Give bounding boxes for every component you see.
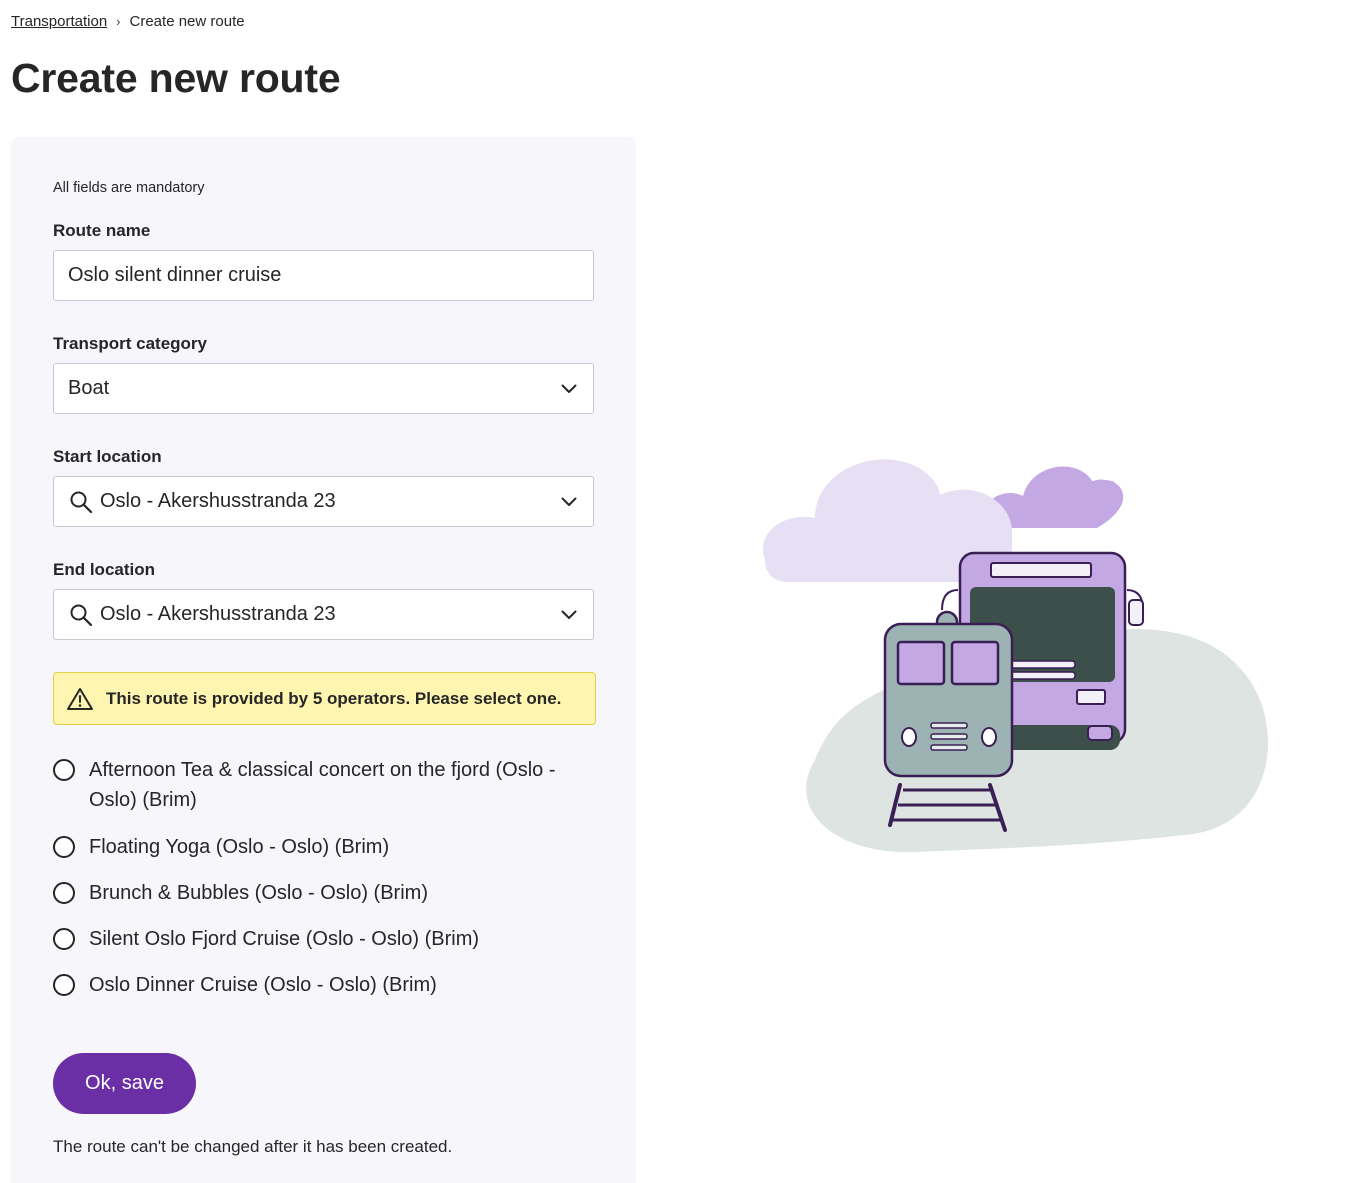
transport-illustration bbox=[755, 450, 1275, 870]
route-name-value: Oslo silent dinner cruise bbox=[68, 264, 282, 286]
operator-option-label: Oslo Dinner Cruise (Oslo - Oslo) (Brim) bbox=[89, 974, 437, 996]
operator-option-label: Afternoon Tea & classical concert on the… bbox=[89, 759, 556, 811]
chevron-down-icon bbox=[559, 492, 579, 512]
end-location-label: End location bbox=[53, 560, 155, 579]
page-title: Create new route bbox=[11, 55, 341, 101]
warning-triangle-icon bbox=[66, 686, 94, 712]
search-icon bbox=[68, 489, 94, 515]
start-location-label: Start location bbox=[53, 447, 162, 466]
operator-option[interactable]: Oslo Dinner Cruise (Oslo - Oslo) (Brim) bbox=[53, 970, 589, 1000]
radio-button[interactable] bbox=[53, 836, 75, 858]
alert-text: This route is provided by 5 operators. P… bbox=[106, 688, 562, 708]
operator-option[interactable]: Silent Oslo Fjord Cruise (Oslo - Oslo) (… bbox=[53, 924, 589, 954]
search-icon bbox=[68, 602, 94, 628]
route-name-label: Route name bbox=[53, 221, 151, 240]
operator-option[interactable]: Floating Yoga (Oslo - Oslo) (Brim) bbox=[53, 832, 589, 862]
breadcrumb-current: Create new route bbox=[129, 13, 245, 30]
mandatory-note: All fields are mandatory bbox=[53, 180, 205, 196]
radio-button[interactable] bbox=[53, 759, 75, 781]
end-location-combobox[interactable]: Oslo - Akershusstranda 23 bbox=[53, 589, 594, 640]
radio-button[interactable] bbox=[53, 974, 75, 996]
radio-button[interactable] bbox=[53, 928, 75, 950]
start-location-value: Oslo - Akershusstranda 23 bbox=[100, 490, 336, 512]
chevron-down-icon bbox=[559, 605, 579, 625]
chevron-down-icon bbox=[559, 379, 579, 399]
radio-button[interactable] bbox=[53, 882, 75, 904]
operator-option-label: Silent Oslo Fjord Cruise (Oslo - Oslo) (… bbox=[89, 928, 480, 950]
end-location-value: Oslo - Akershusstranda 23 bbox=[100, 603, 336, 625]
breadcrumb: Transportation › Create new route bbox=[11, 13, 245, 30]
operator-option-label: Floating Yoga (Oslo - Oslo) (Brim) bbox=[89, 836, 390, 858]
operator-option[interactable]: Afternoon Tea & classical concert on the… bbox=[53, 755, 589, 815]
operator-option[interactable]: Brunch & Bubbles (Oslo - Oslo) (Brim) bbox=[53, 878, 589, 908]
start-location-combobox[interactable]: Oslo - Akershusstranda 23 bbox=[53, 476, 594, 527]
operator-option-label: Brunch & Bubbles (Oslo - Oslo) (Brim) bbox=[89, 882, 428, 904]
transport-category-value: Boat bbox=[68, 377, 110, 399]
transport-category-label: Transport category bbox=[53, 334, 207, 353]
route-form-panel: All fields are mandatory Route name Oslo… bbox=[11, 137, 636, 1183]
save-button[interactable]: Ok, save bbox=[53, 1053, 196, 1114]
breadcrumb-link-transportation[interactable]: Transportation bbox=[11, 13, 107, 30]
breadcrumb-separator: › bbox=[116, 14, 121, 29]
route-name-input[interactable]: Oslo silent dinner cruise bbox=[53, 250, 594, 301]
operators-alert: This route is provided by 5 operators. P… bbox=[53, 672, 596, 725]
footer-note: The route can't be changed after it has … bbox=[53, 1137, 453, 1156]
transport-category-select[interactable]: Boat bbox=[53, 363, 594, 414]
